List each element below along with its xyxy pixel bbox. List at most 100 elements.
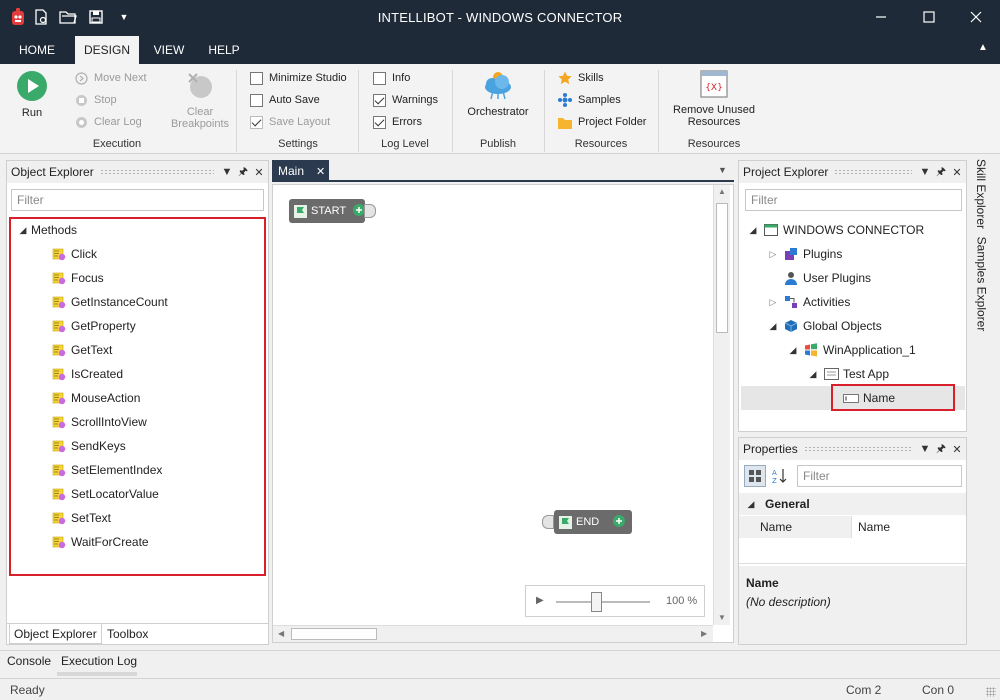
ribbon-separator	[358, 70, 359, 152]
tab-view[interactable]: VIEW	[145, 36, 193, 64]
project-folder-button[interactable]: Project Folder	[558, 113, 646, 131]
object-explorer-filter-input[interactable]	[11, 189, 264, 211]
pin-icon[interactable]: 🖈	[236, 163, 250, 182]
tree-node-method[interactable]: GetProperty	[51, 315, 136, 337]
properties-filter-input[interactable]	[797, 465, 962, 487]
samples-button[interactable]: Samples	[558, 91, 621, 109]
horizontal-scrollbar[interactable]: ◀ ▶	[273, 625, 713, 642]
tab-close-icon[interactable]: ✕	[316, 165, 325, 178]
maximize-icon[interactable]	[918, 6, 940, 28]
panel-menu-icon[interactable]: ▼	[220, 166, 234, 178]
tab-home[interactable]: HOME	[10, 36, 64, 64]
tree-node-plugins[interactable]: ▷ Plugins	[767, 243, 843, 265]
property-name-value[interactable]: Name	[851, 516, 966, 538]
tree-node-method[interactable]: SetText	[51, 507, 111, 529]
tree-node-method[interactable]: SetElementIndex	[51, 459, 162, 481]
method-label: Click	[71, 247, 97, 261]
tree-node-method[interactable]: IsCreated	[51, 363, 123, 385]
stop-icon	[74, 93, 88, 107]
tree-node-method[interactable]: GetInstanceCount	[51, 291, 168, 313]
tree-node-user-plugins[interactable]: User Plugins	[767, 267, 871, 289]
end-node[interactable]: END	[554, 510, 632, 534]
tree-node-method[interactable]: SetLocatorValue	[51, 483, 159, 505]
end-connector[interactable]	[542, 515, 554, 529]
scroll-down-icon[interactable]: ▼	[718, 613, 726, 622]
minimize-icon[interactable]	[870, 6, 892, 28]
checkbox-box	[373, 71, 386, 85]
tree-node-windows-connector[interactable]: ◢ WINDOWS CONNECTOR	[747, 219, 925, 241]
method-icon	[51, 438, 67, 454]
ribbon-collapse-icon[interactable]: ▲	[978, 42, 988, 53]
panel-menu-icon[interactable]: ▼	[918, 166, 932, 178]
tree-node-methods[interactable]: ◢ Methods	[17, 219, 78, 241]
info-checkbox[interactable]: Info	[373, 69, 410, 87]
project-explorer-filter-input[interactable]	[745, 189, 962, 211]
method-label: SendKeys	[71, 439, 126, 453]
start-node[interactable]: START	[289, 199, 366, 223]
stop-button[interactable]: Stop	[74, 91, 117, 109]
categorized-view-button[interactable]	[744, 465, 766, 487]
clear-log-button[interactable]: Clear Log	[74, 113, 142, 131]
scroll-left-icon[interactable]: ◀	[278, 629, 284, 638]
tab-execution-log[interactable]: Execution Log	[57, 651, 141, 671]
methods-label: Methods	[31, 223, 78, 237]
skill-explorer-side-tab[interactable]: Skill Explorer	[970, 158, 992, 230]
project-explorer-header: Project Explorer ▼ 🖈 ✕	[739, 161, 966, 183]
remove-unused-resources-button[interactable]: {X} Remove Unused Resources	[670, 70, 758, 128]
tab-object-explorer[interactable]: Object Explorer	[9, 624, 102, 644]
vertical-scrollbar[interactable]: ▲ ▼	[713, 185, 730, 625]
samples-explorer-side-tab[interactable]: Samples Explorer	[970, 236, 992, 332]
scroll-up-icon[interactable]: ▲	[718, 187, 726, 196]
tree-node-method[interactable]: GetText	[51, 339, 112, 361]
tree-node-method[interactable]: Focus	[51, 267, 104, 289]
errors-checkbox[interactable]: Errors	[373, 113, 422, 131]
start-connector[interactable]	[364, 204, 376, 218]
tab-main[interactable]: Main ✕	[272, 160, 329, 182]
panel-close-icon[interactable]: ✕	[950, 166, 964, 179]
alphabetical-sort-button[interactable]: AZ	[769, 465, 791, 487]
orchestrator-button[interactable]: Orchestrator	[462, 68, 534, 118]
panel-menu-icon[interactable]: ▼	[918, 443, 932, 455]
tree-node-method[interactable]: Click	[51, 243, 97, 265]
properties-category-general[interactable]: ◢ General	[739, 493, 966, 515]
panel-close-icon[interactable]: ✕	[950, 443, 964, 456]
tree-node-name[interactable]: Name	[843, 387, 895, 409]
errors-label: Errors	[392, 116, 422, 128]
plugins-label: Plugins	[803, 247, 843, 261]
panel-close-icon[interactable]: ✕	[252, 166, 266, 179]
add-node-icon[interactable]	[613, 514, 626, 530]
tree-node-activities[interactable]: ▷ Activities	[767, 291, 851, 313]
tree-node-global-objects[interactable]: ◢ Global Objects	[767, 315, 882, 337]
tab-list-dropdown-icon[interactable]: ▼	[718, 165, 727, 175]
clear-breakpoints-button[interactable]: Clear Breakpoints	[168, 70, 232, 130]
description-title: Name	[746, 576, 779, 590]
tree-node-method[interactable]: MouseAction	[51, 387, 140, 409]
tree-node-method[interactable]: SendKeys	[51, 435, 126, 457]
pin-icon[interactable]: 🖈	[934, 163, 948, 182]
move-next-button[interactable]: Move Next	[74, 69, 147, 87]
pin-icon[interactable]: 🖈	[934, 440, 948, 459]
tree-node-method[interactable]: WaitForCreate	[51, 531, 149, 553]
tab-design[interactable]: DESIGN	[75, 36, 139, 64]
minimize-studio-checkbox[interactable]: Minimize Studio	[250, 69, 347, 87]
play-icon[interactable]: ▶	[536, 595, 544, 606]
zoom-slider-thumb[interactable]	[591, 592, 602, 612]
scroll-right-icon[interactable]: ▶	[701, 629, 707, 638]
run-button[interactable]: Run	[12, 70, 52, 119]
save-layout-checkbox[interactable]: Save Layout	[250, 113, 330, 131]
resize-grip-icon[interactable]	[986, 687, 996, 697]
tab-console[interactable]: Console	[3, 651, 55, 671]
horizontal-scroll-thumb[interactable]	[291, 628, 377, 640]
tree-node-winapplication[interactable]: ◢ WinApplication_1	[787, 339, 916, 361]
tab-help[interactable]: HELP	[200, 36, 248, 64]
auto-save-checkbox[interactable]: Auto Save	[250, 91, 320, 109]
close-icon[interactable]	[965, 6, 987, 28]
tree-node-method[interactable]: ScrollIntoView	[51, 411, 147, 433]
tab-toolbox[interactable]: Toolbox	[103, 624, 152, 644]
svg-text:Z: Z	[772, 477, 777, 484]
skills-button[interactable]: Skills	[558, 69, 604, 87]
vertical-scroll-thumb[interactable]	[716, 203, 728, 333]
warnings-checkbox[interactable]: Warnings	[373, 91, 438, 109]
tree-node-test-app[interactable]: ◢ Test App	[807, 363, 890, 385]
designer-canvas[interactable]: START END ▶ 100 % ▲ ▼ ◀ ▶	[272, 184, 734, 643]
